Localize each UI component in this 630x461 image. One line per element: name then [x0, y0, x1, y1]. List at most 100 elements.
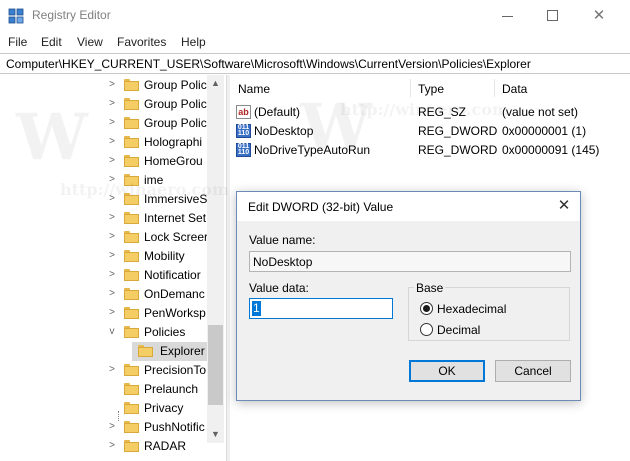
value-data-label: Value data: — [249, 281, 309, 295]
value-name-label: Value name: — [249, 233, 316, 247]
expand-chevron-icon[interactable]: > — [107, 365, 117, 375]
tree-item-label: Notificatior — [144, 268, 201, 282]
tree-item-label: Holographi — [144, 135, 203, 149]
edit-dword-dialog: Edit DWORD (32-bit) Value ✕ Value name: … — [236, 191, 581, 401]
ok-button[interactable]: OK — [409, 360, 485, 382]
expand-chevron-icon[interactable] — [107, 384, 117, 394]
value-row[interactable]: 011 110 NoDriveTypeAutoRun REG_DWORD 0x00… — [230, 141, 630, 160]
maximize-button[interactable] — [530, 0, 576, 32]
tree-item-selected[interactable]: Explorer — [0, 342, 210, 361]
tree-item[interactable]: > OnDemanc — [0, 285, 210, 304]
scroll-down-icon[interactable]: ▼ — [207, 426, 224, 443]
radio-label: Decimal — [437, 323, 481, 337]
expand-chevron-icon[interactable]: > — [107, 422, 117, 432]
expand-chevron-icon[interactable]: > — [107, 118, 117, 128]
tree-item[interactable]: > PrecisionTo — [0, 361, 210, 380]
address-bar[interactable]: Computer\HKEY_CURRENT_USER\Software\Micr… — [0, 53, 630, 74]
menu-bar: File Edit View Favorites Help — [0, 32, 630, 52]
value-name-text: NoDesktop — [253, 255, 313, 269]
tree-item-label: Prelaunch — [144, 382, 199, 396]
expand-chevron-icon[interactable]: > — [107, 308, 117, 318]
folder-icon — [124, 212, 139, 224]
registry-editor-icon — [8, 8, 24, 24]
expand-chevron-icon[interactable]: > — [107, 289, 117, 299]
value-data-input[interactable]: 1 — [249, 298, 393, 319]
expand-chevron-icon[interactable]: > — [107, 156, 117, 166]
folder-icon — [124, 193, 139, 205]
folder-icon — [124, 174, 139, 186]
tree-item[interactable]: > PenWorksp — [0, 304, 210, 323]
radio-label: Hexadecimal — [437, 302, 507, 316]
tree-item[interactable]: > Notificatior — [0, 266, 210, 285]
expand-chevron-icon[interactable]: > — [107, 99, 117, 109]
close-button[interactable]: ✕ — [576, 0, 622, 32]
value-name: NoDriveTypeAutoRun — [254, 143, 371, 157]
tree-item[interactable]: > PushNotific — [0, 418, 210, 437]
expand-chevron-icon[interactable]: > — [107, 270, 117, 280]
column-header-type[interactable]: Type — [418, 82, 444, 96]
expand-chevron-icon[interactable]: > — [107, 137, 117, 147]
value-data: (value not set) — [502, 105, 579, 119]
expand-chevron-icon[interactable]: > — [107, 213, 117, 223]
expand-chevron-icon[interactable]: v — [107, 327, 117, 337]
cancel-button[interactable]: Cancel — [495, 360, 571, 382]
column-header-name[interactable]: Name — [238, 82, 270, 96]
tree-item[interactable]: > Holographi — [0, 133, 210, 152]
tree-item[interactable]: > Group Polic — [0, 95, 210, 114]
folder-icon — [124, 383, 139, 395]
menu-view[interactable]: View — [77, 35, 103, 49]
value-type: REG_SZ — [418, 105, 467, 119]
folder-icon — [124, 136, 139, 148]
scroll-up-icon[interactable]: ▲ — [207, 75, 224, 92]
expand-chevron-icon[interactable] — [107, 403, 117, 413]
tree-item[interactable]: > Mobility — [0, 247, 210, 266]
expand-chevron-icon[interactable]: > — [107, 194, 117, 204]
tree-item[interactable]: > ime — [0, 171, 210, 190]
column-divider[interactable] — [494, 79, 495, 97]
scroll-thumb[interactable] — [208, 325, 223, 405]
tree-item[interactable]: Prelaunch — [0, 380, 210, 399]
value-data-text: 1 — [252, 301, 261, 316]
menu-file[interactable]: File — [8, 35, 27, 49]
expand-chevron-icon[interactable]: > — [107, 251, 117, 261]
tree-item[interactable]: > Group Polic — [0, 114, 210, 133]
value-type: REG_DWORD — [418, 124, 498, 138]
value-name: NoDesktop — [254, 124, 314, 138]
column-header-data[interactable]: Data — [502, 82, 527, 96]
expand-chevron-icon[interactable]: > — [107, 232, 117, 242]
tree-item[interactable]: > ImmersiveS — [0, 190, 210, 209]
expand-chevron-icon[interactable]: > — [107, 441, 117, 451]
radio-selected-icon[interactable] — [420, 302, 433, 315]
folder-icon — [138, 345, 153, 357]
value-row[interactable]: 011 110 NoDesktop REG_DWORD 0x00000001 (1… — [230, 122, 630, 141]
folder-icon — [124, 79, 139, 91]
folder-icon — [124, 326, 139, 338]
tree-item-label: ImmersiveS — [144, 192, 208, 206]
tree-item[interactable]: > Group Polic — [0, 76, 210, 95]
tree-item[interactable]: Privacy — [0, 399, 210, 418]
column-divider[interactable] — [410, 79, 411, 97]
folder-icon — [124, 402, 139, 414]
registry-tree: > Group Polic > Group Polic > Group Poli… — [0, 75, 226, 461]
minimize-button[interactable] — [484, 0, 530, 32]
tree-item[interactable]: > HomeGrou — [0, 152, 210, 171]
base-label: Base — [414, 281, 446, 295]
dialog-close-icon[interactable]: ✕ — [551, 194, 577, 218]
expand-chevron-icon[interactable]: > — [107, 80, 117, 90]
dialog-title: Edit DWORD (32-bit) Value — [248, 200, 394, 214]
folder-icon — [124, 117, 139, 129]
folder-icon — [124, 421, 139, 433]
tree-item[interactable]: v Policies — [0, 323, 210, 342]
tree-item-label: Mobility — [144, 249, 185, 263]
expand-chevron-icon[interactable]: > — [107, 175, 117, 185]
tree-item[interactable]: > RADAR — [0, 437, 210, 456]
value-row[interactable]: ab (Default) REG_SZ (value not set) — [230, 103, 630, 122]
menu-help[interactable]: Help — [181, 35, 206, 49]
tree-scrollbar[interactable]: ▲ ▼ — [207, 75, 224, 443]
menu-edit[interactable]: Edit — [41, 35, 62, 49]
menu-favorites[interactable]: Favorites — [117, 35, 166, 49]
tree-item[interactable]: > Internet Set — [0, 209, 210, 228]
radio-unselected-icon[interactable] — [420, 323, 433, 336]
tree-item[interactable]: > Lock Screer — [0, 228, 210, 247]
close-icon: ✕ — [592, 7, 606, 24]
